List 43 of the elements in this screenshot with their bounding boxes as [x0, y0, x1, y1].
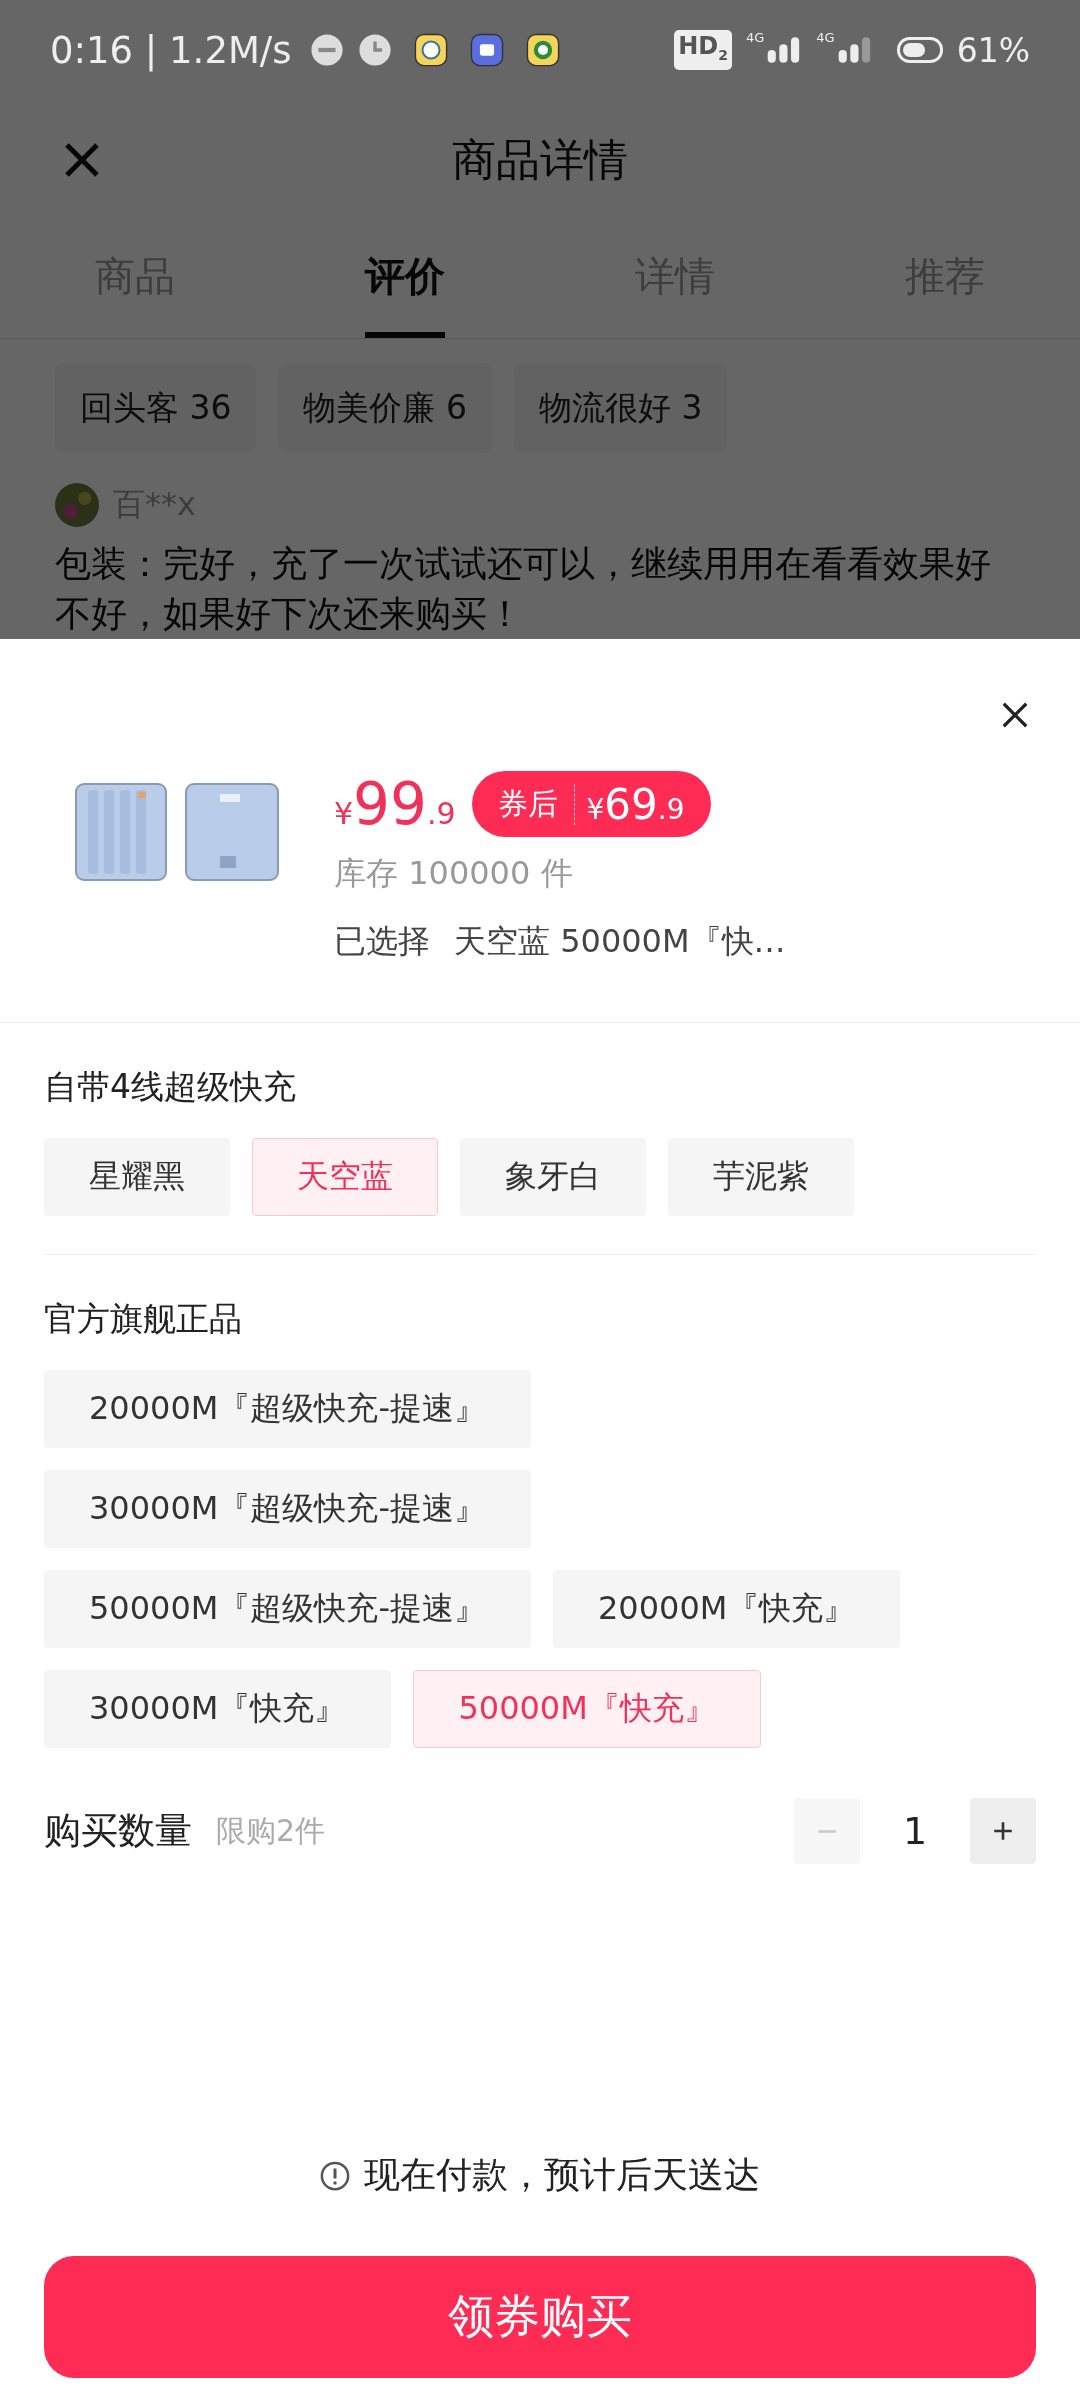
do-not-disturb-icon [309, 33, 344, 67]
delivery-notice: 现在付款，预计后天送达 [364, 2153, 760, 2197]
option-chip[interactable]: 象牙白 [460, 1138, 646, 1216]
quantity-label: 购买数量 [44, 1808, 192, 1854]
network-label: 4G [816, 30, 835, 45]
option-chip[interactable]: 50000M『快充』 [413, 1670, 761, 1748]
review-tag[interactable]: 物美价廉 6 [278, 363, 492, 453]
option-group-title: 自带4线超级快充 [44, 1066, 297, 1108]
option-chip[interactable]: 星耀黑 [44, 1138, 230, 1216]
option-chip[interactable]: 30000M『超级快充-提速』 [44, 1470, 531, 1548]
selected-value: 天空蓝 50000M『快… [454, 921, 786, 962]
avatar [55, 483, 99, 527]
page-title: 商品详情 [452, 132, 628, 187]
quantity-value: 1 [901, 1809, 929, 1853]
stock-text: 库存 100000 件 [334, 853, 574, 894]
option-chip[interactable]: 天空蓝 [252, 1138, 438, 1216]
option-chip[interactable]: 芋泥紫 [668, 1138, 854, 1216]
purchase-limit: 限购2件 [216, 1811, 326, 1850]
battery-icon [896, 37, 943, 63]
selected-label: 已选择 [334, 921, 430, 962]
battery-level: 61% [956, 30, 1030, 70]
price: ¥99.9 [334, 770, 456, 838]
hd-badge: HD$_{2}$ [674, 29, 732, 71]
option-chip[interactable]: 50000M『超级快充-提速』 [44, 1570, 531, 1648]
review-text: 包装：完好，充了一次试试还可以，继续用用在看看效果好不好，如果好下次还来购买！ [55, 542, 992, 636]
review-tag[interactable]: 回头客 36 [55, 363, 257, 453]
clock-icon [357, 33, 392, 67]
status-time: 0:16 | 1.2M/s [50, 28, 292, 72]
info-icon [320, 2160, 350, 2191]
plus-icon [992, 1820, 1014, 1842]
buy-button[interactable]: 领券购买 [44, 2256, 1036, 2378]
coupon-price-badge: 券后 ¥69.9 [471, 771, 711, 837]
mail-icon [469, 33, 504, 67]
minus-icon [816, 1829, 838, 1833]
option-chip[interactable]: 30000M『快充』 [44, 1670, 392, 1748]
close-icon[interactable] [1000, 700, 1030, 730]
option-chip[interactable]: 20000M『超级快充-提速』 [44, 1370, 531, 1448]
option-chip[interactable]: 20000M『快充』 [552, 1570, 901, 1648]
network-label: 4G [745, 30, 765, 45]
review-tag[interactable]: 物流很好 3 [514, 363, 728, 453]
signal-icon [836, 36, 873, 64]
tab[interactable]: 评价 [270, 220, 540, 338]
option-group-title: 官方旗舰正品 [44, 1298, 243, 1340]
